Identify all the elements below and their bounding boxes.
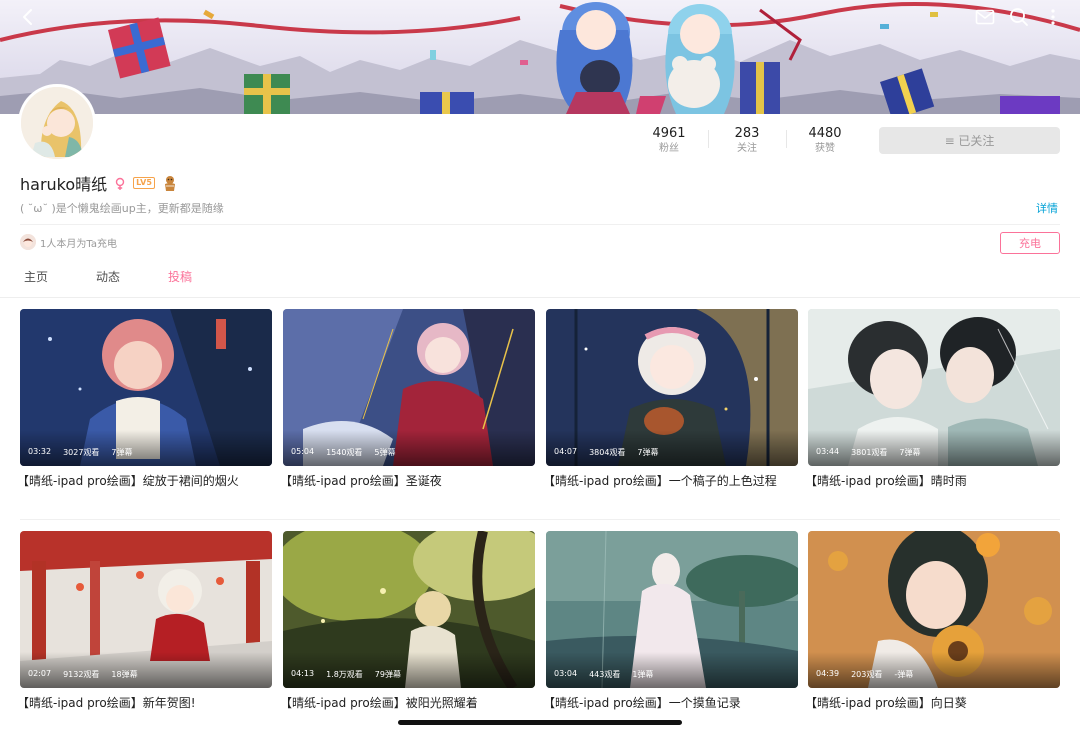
video-duration: 04:39 [816, 669, 840, 678]
stat-label: 关注 [737, 143, 757, 154]
video-views: 3027观看 [63, 448, 100, 457]
charger-avatar [20, 234, 36, 250]
username: haruko晴纸 [20, 175, 108, 194]
video-danmaku: 18弹幕 [111, 670, 138, 679]
video-card[interactable]: 03:04 443观看 1弹幕 【晴纸-ipad pro绘画】一个摸鱼记录 [543, 531, 798, 711]
more-vertical-icon[interactable] [1042, 6, 1064, 28]
video-danmaku: 7弹幕 [637, 448, 659, 457]
follow-button[interactable]: ≡ 已关注 [879, 127, 1060, 154]
video-meta: 02:07 9132观看 18弹幕 [28, 669, 138, 680]
video-title[interactable]: 【晴纸-ipad pro绘画】一个摸鱼记录 [543, 694, 798, 711]
mail-icon[interactable] [974, 6, 996, 28]
stat-following[interactable]: 283 关注 [708, 126, 786, 156]
video-thumbnail[interactable]: 04:39 203观看 -弹幕 [808, 531, 1060, 688]
video-danmaku: 1弹幕 [632, 670, 654, 679]
stat-value: 283 [734, 126, 760, 141]
video-title[interactable]: 【晴纸-ipad pro绘画】一个稿子的上色过程 [543, 472, 798, 489]
video-duration: 03:04 [554, 669, 578, 678]
video-meta: 05:04 1540观看 5弹幕 [291, 447, 396, 458]
chevron-left-icon[interactable] [16, 6, 38, 28]
video-duration: 02:07 [28, 669, 52, 678]
video-meta: 04:13 1.8万观看 79弹幕 [291, 669, 401, 680]
video-views: 203观看 [851, 670, 883, 679]
video-thumbnail[interactable]: 04:13 1.8万观看 79弹幕 [283, 531, 535, 688]
tab-submissions[interactable]: 投稿 [168, 268, 192, 285]
video-thumbnail[interactable]: 03:04 443观看 1弹幕 [546, 531, 798, 688]
name-row: haruko晴纸 LV5 [20, 171, 179, 195]
video-views: 1.8万观看 [326, 670, 363, 679]
video-views: 9132观看 [63, 670, 100, 679]
stat-fans[interactable]: 4961 粉丝 [630, 126, 708, 156]
video-meta: 03:32 3027观看 7弹幕 [28, 447, 133, 458]
video-title[interactable]: 【晴纸-ipad pro绘画】新年贺图! [17, 694, 272, 711]
divider [20, 519, 1060, 520]
stat-value: 4961 [652, 126, 686, 141]
gingerbread-pendant-icon [161, 174, 179, 192]
video-thumbnail[interactable]: 04:07 3804观看 7弹幕 [546, 309, 798, 466]
charge-button[interactable]: 充电 [1000, 232, 1060, 254]
video-card[interactable]: 02:07 9132观看 18弹幕 【晴纸-ipad pro绘画】新年贺图! [17, 531, 272, 711]
video-duration: 05:04 [291, 447, 315, 456]
video-danmaku: 7弹幕 [899, 448, 921, 457]
video-card[interactable]: 03:44 3801观看 7弹幕 【晴纸-ipad pro绘画】晴时雨 [805, 309, 1060, 489]
video-danmaku: 5弹幕 [374, 448, 396, 457]
video-card[interactable]: 04:13 1.8万观看 79弹幕 【晴纸-ipad pro绘画】被阳光照耀着 [280, 531, 535, 711]
video-title[interactable]: 【晴纸-ipad pro绘画】被阳光照耀着 [280, 694, 535, 711]
profile-banner [0, 0, 1080, 114]
video-duration: 03:32 [28, 447, 52, 456]
avatar[interactable] [18, 84, 96, 162]
stat-value: 4480 [808, 126, 842, 141]
female-gender-icon [113, 176, 127, 190]
video-thumbnail[interactable]: 02:07 9132观看 18弹幕 [20, 531, 272, 688]
video-thumbnail[interactable]: 05:04 1540观看 5弹幕 [283, 309, 535, 466]
video-views: 3804观看 [589, 448, 626, 457]
video-views: 1540观看 [326, 448, 363, 457]
charge-row[interactable]: 1人本月为Ta充电 [20, 234, 117, 250]
profile-page: 4961 粉丝 283 关注 4480 获赞 ≡ 已关注 haruko晴纸 LV… [0, 0, 1080, 733]
video-meta: 04:39 203观看 -弹幕 [816, 669, 913, 680]
video-card[interactable]: 04:39 203观看 -弹幕 【晴纸-ipad pro绘画】向日葵 [805, 531, 1060, 711]
home-indicator[interactable] [398, 720, 682, 725]
video-title[interactable]: 【晴纸-ipad pro绘画】圣诞夜 [280, 472, 535, 489]
video-card[interactable]: 03:32 3027观看 7弹幕 【晴纸-ipad pro绘画】绽放于裙间的烟火 [17, 309, 272, 489]
video-meta: 03:44 3801观看 7弹幕 [816, 447, 921, 458]
video-card[interactable]: 05:04 1540观看 5弹幕 【晴纸-ipad pro绘画】圣诞夜 [280, 309, 535, 489]
banner-illustration [0, 0, 1080, 114]
profile-tabs: 主页 动态 投稿 [0, 268, 1080, 296]
divider [0, 297, 1080, 298]
video-card[interactable]: 04:07 3804观看 7弹幕 【晴纸-ipad pro绘画】一个稿子的上色过… [543, 309, 798, 489]
profile-bio: ( ˘ω˘ )是个懒鬼绘画up主，更新都是随缘 [20, 202, 224, 215]
detail-link[interactable]: 详情 [1036, 200, 1058, 216]
stat-label: 获赞 [815, 143, 835, 154]
stat-label: 粉丝 [659, 143, 679, 154]
tab-dynamics[interactable]: 动态 [96, 268, 120, 285]
stat-likes[interactable]: 4480 获赞 [786, 126, 864, 156]
video-duration: 04:13 [291, 669, 315, 678]
video-thumbnail[interactable]: 03:32 3027观看 7弹幕 [20, 309, 272, 466]
video-danmaku: 79弹幕 [374, 670, 401, 679]
video-title[interactable]: 【晴纸-ipad pro绘画】绽放于裙间的烟火 [17, 472, 272, 489]
video-danmaku: 7弹幕 [111, 448, 133, 457]
video-title[interactable]: 【晴纸-ipad pro绘画】向日葵 [805, 694, 1060, 711]
search-icon[interactable] [1008, 6, 1030, 28]
divider [20, 224, 1060, 225]
tab-home[interactable]: 主页 [24, 268, 48, 285]
video-duration: 04:07 [554, 447, 578, 456]
video-views: 443观看 [589, 670, 621, 679]
charge-text: 1人本月为Ta充电 [40, 238, 117, 250]
video-title[interactable]: 【晴纸-ipad pro绘画】晴时雨 [805, 472, 1060, 489]
video-meta: 04:07 3804观看 7弹幕 [554, 447, 659, 458]
video-views: 3801观看 [851, 448, 888, 457]
video-duration: 03:44 [816, 447, 840, 456]
video-danmaku: -弹幕 [894, 670, 914, 679]
video-meta: 03:04 443观看 1弹幕 [554, 669, 653, 680]
level-badge: LV5 [133, 177, 155, 189]
video-thumbnail[interactable]: 03:44 3801观看 7弹幕 [808, 309, 1060, 466]
profile-stats: 4961 粉丝 283 关注 4480 获赞 [630, 126, 864, 156]
